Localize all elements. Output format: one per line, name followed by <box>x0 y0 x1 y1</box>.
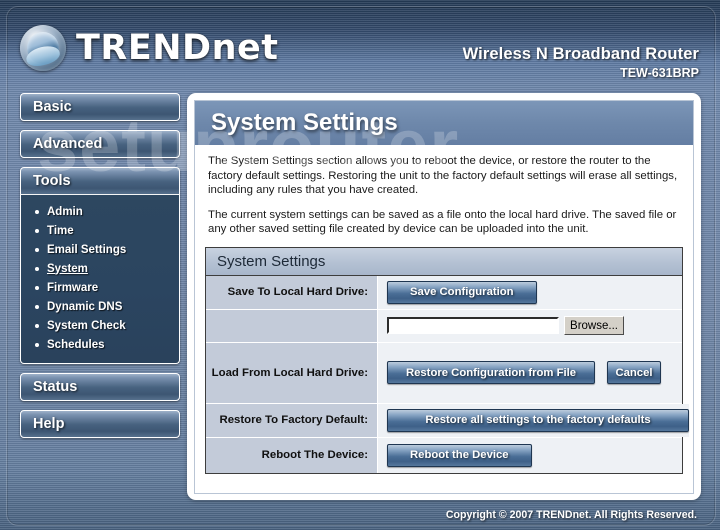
load-buttons-group: Restore Configuration from File Cancel <box>387 361 661 384</box>
trendnet-globe-logo-icon <box>20 25 66 71</box>
sidebar-item-label: Help <box>33 416 65 432</box>
sidebar-item-label: Email Settings <box>47 243 127 256</box>
tools-submenu: Admin Time Email Settings System Firmwar… <box>20 195 180 364</box>
sidebar-item-schedules[interactable]: Schedules <box>21 335 179 354</box>
sidebar-nav: Basic Advanced Tools Admin Time Email Se… <box>20 93 180 447</box>
table-row-restore-factory-default: Restore To Factory Default: Restore all … <box>206 403 689 438</box>
bullet-icon <box>35 266 39 271</box>
table-row-reboot-device: Reboot The Device: Reboot the Device <box>206 437 682 473</box>
sidebar-item-label: Admin <box>47 205 83 218</box>
sidebar-item-time[interactable]: Time <box>21 221 179 240</box>
table-row-load-from-local: Load From Local Hard Drive: Restore Conf… <box>206 342 682 404</box>
bullet-icon <box>35 228 39 233</box>
sidebar-item-label: Schedules <box>47 338 105 351</box>
description-paragraph-2: The current system settings can be saved… <box>208 208 677 236</box>
row-label: Save To Local Hard Drive: <box>206 275 378 309</box>
row-value: Reboot the Device <box>378 437 682 473</box>
sidebar-item-help[interactable]: Help <box>20 410 180 438</box>
row-label: Restore To Factory Default: <box>206 403 378 437</box>
sidebar-item-label: Advanced <box>33 136 103 152</box>
bullet-icon <box>35 247 39 252</box>
row-label-empty <box>206 309 378 342</box>
table-row-save-to-local: Save To Local Hard Drive: Save Configura… <box>206 275 682 310</box>
sidebar-item-label: Firmware <box>47 281 99 294</box>
bullet-icon <box>35 304 39 309</box>
description-paragraph-1: The System Settings section allows you t… <box>208 155 678 196</box>
row-value: Browse... <box>378 309 682 342</box>
sidebar-item-basic[interactable]: Basic <box>20 93 180 121</box>
row-value: Restore Configuration from File Cancel <box>378 342 682 403</box>
browse-button[interactable]: Browse... <box>564 316 624 335</box>
window-frame: TRENDnet Wireless N Broadband Router TEW… <box>6 6 716 526</box>
sidebar-item-system-check[interactable]: System Check <box>21 316 179 335</box>
copyright-text: Copyright © 2007 TRENDnet. All Rights Re… <box>445 509 697 521</box>
sidebar-item-label: Status <box>33 379 78 395</box>
content-panel: System Settings The System Settings sect… <box>187 93 701 500</box>
row-value: Restore all settings to the factory defa… <box>378 403 689 437</box>
system-settings-table: System Settings Save To Local Hard Drive… <box>205 246 689 474</box>
save-configuration-button[interactable]: Save Configuration <box>387 280 537 304</box>
device-identity: Wireless N Broadband Router TEW-631BRP <box>463 45 699 80</box>
sidebar-item-dynamic-dns[interactable]: Dynamic DNS <box>21 297 179 316</box>
sidebar-item-label: Dynamic DNS <box>47 300 123 313</box>
bullet-icon <box>35 209 39 214</box>
row-value: Save Configuration <box>378 275 682 309</box>
sidebar-item-email-settings[interactable]: Email Settings <box>21 240 179 259</box>
sidebar-item-admin[interactable]: Admin <box>21 202 179 221</box>
sidebar-item-label: System Check <box>47 319 126 332</box>
router-admin-window: TRENDnet Wireless N Broadband Router TEW… <box>0 0 720 530</box>
restore-configuration-from-file-button[interactable]: Restore Configuration from File <box>387 361 595 384</box>
cancel-button[interactable]: Cancel <box>607 361 661 384</box>
sidebar-item-status[interactable]: Status <box>20 373 180 401</box>
sidebar-item-advanced[interactable]: Advanced <box>20 130 180 158</box>
row-label: Load From Local Hard Drive: <box>206 342 378 403</box>
config-file-input[interactable] <box>387 317 559 334</box>
bullet-icon <box>35 323 39 328</box>
product-name: Wireless N Broadband Router <box>462 45 699 63</box>
model-number: TEW-631BRP <box>620 66 699 80</box>
table-row-file-picker: Browse... <box>206 309 682 343</box>
sidebar-item-firmware[interactable]: Firmware <box>21 278 179 297</box>
sidebar-item-tools[interactable]: Tools <box>20 167 180 195</box>
footer: Copyright © 2007 TRENDnet. All Rights Re… <box>7 505 715 525</box>
sidebar-item-system[interactable]: System <box>21 259 179 278</box>
row-label: Reboot The Device: <box>206 437 378 473</box>
sidebar-item-label: System <box>47 262 88 275</box>
sidebar-item-label: Time <box>47 224 74 237</box>
content-panel-inner: System Settings The System Settings sect… <box>194 100 694 494</box>
reboot-device-button[interactable]: Reboot the Device <box>387 443 532 467</box>
restore-factory-defaults-button[interactable]: Restore all settings to the factory defa… <box>387 408 689 432</box>
brand-logo: TRENDnet <box>20 25 278 71</box>
page-title: System Settings <box>195 101 693 145</box>
page-description: The System Settings section allows you t… <box>195 145 693 237</box>
page-header: TRENDnet Wireless N Broadband Router TEW… <box>7 7 715 85</box>
sidebar-item-label: Tools <box>33 173 71 189</box>
system-settings-table-header: System Settings <box>206 247 682 276</box>
bullet-icon <box>35 285 39 290</box>
brand-name: TRENDnet <box>76 28 279 68</box>
bullet-icon <box>35 342 39 347</box>
sidebar-item-label: Basic <box>33 99 72 115</box>
